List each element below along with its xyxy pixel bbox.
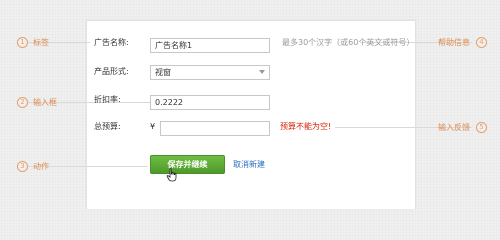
ad-name-input[interactable] bbox=[150, 38, 270, 53]
total-budget-error: 预算不能为空! bbox=[280, 122, 332, 131]
discount-rate-input[interactable] bbox=[150, 95, 270, 110]
currency-symbol: ¥ bbox=[150, 122, 156, 131]
ad-name-help-text: 最多30个汉字（或60个英文或符号） bbox=[282, 38, 415, 47]
hand-cursor-icon bbox=[166, 168, 177, 182]
product-form-selected-value: 视窗 bbox=[155, 68, 171, 77]
discount-rate-label: 折扣率: bbox=[94, 95, 121, 104]
total-budget-input[interactable] bbox=[160, 121, 270, 136]
annotation-number-1: 1 bbox=[17, 37, 28, 48]
annotation-number-5: 5 bbox=[476, 122, 487, 133]
product-form-select[interactable]: 视窗 bbox=[150, 65, 270, 80]
annotation-number-2: 2 bbox=[17, 97, 28, 108]
annotation-number-3: 3 bbox=[17, 161, 28, 172]
annotation-label-feedback: 输入反馈 bbox=[438, 123, 470, 132]
annotation-label-input: 输入框 bbox=[33, 98, 57, 107]
product-form-label: 产品形式: bbox=[94, 67, 129, 76]
annotation-label-tag: 标签 bbox=[33, 38, 49, 47]
ad-name-label: 广告名称: bbox=[94, 38, 129, 47]
annotation-number-4: 4 bbox=[476, 37, 487, 48]
cancel-new-link[interactable]: 取消新建 bbox=[233, 159, 265, 171]
annotation-label-action: 动作 bbox=[33, 162, 49, 171]
chevron-down-icon bbox=[259, 70, 265, 74]
total-budget-label: 总预算: bbox=[94, 122, 121, 131]
save-continue-button[interactable]: 保存并继续 bbox=[150, 155, 225, 174]
annotation-label-help: 帮助信息 bbox=[438, 38, 470, 47]
